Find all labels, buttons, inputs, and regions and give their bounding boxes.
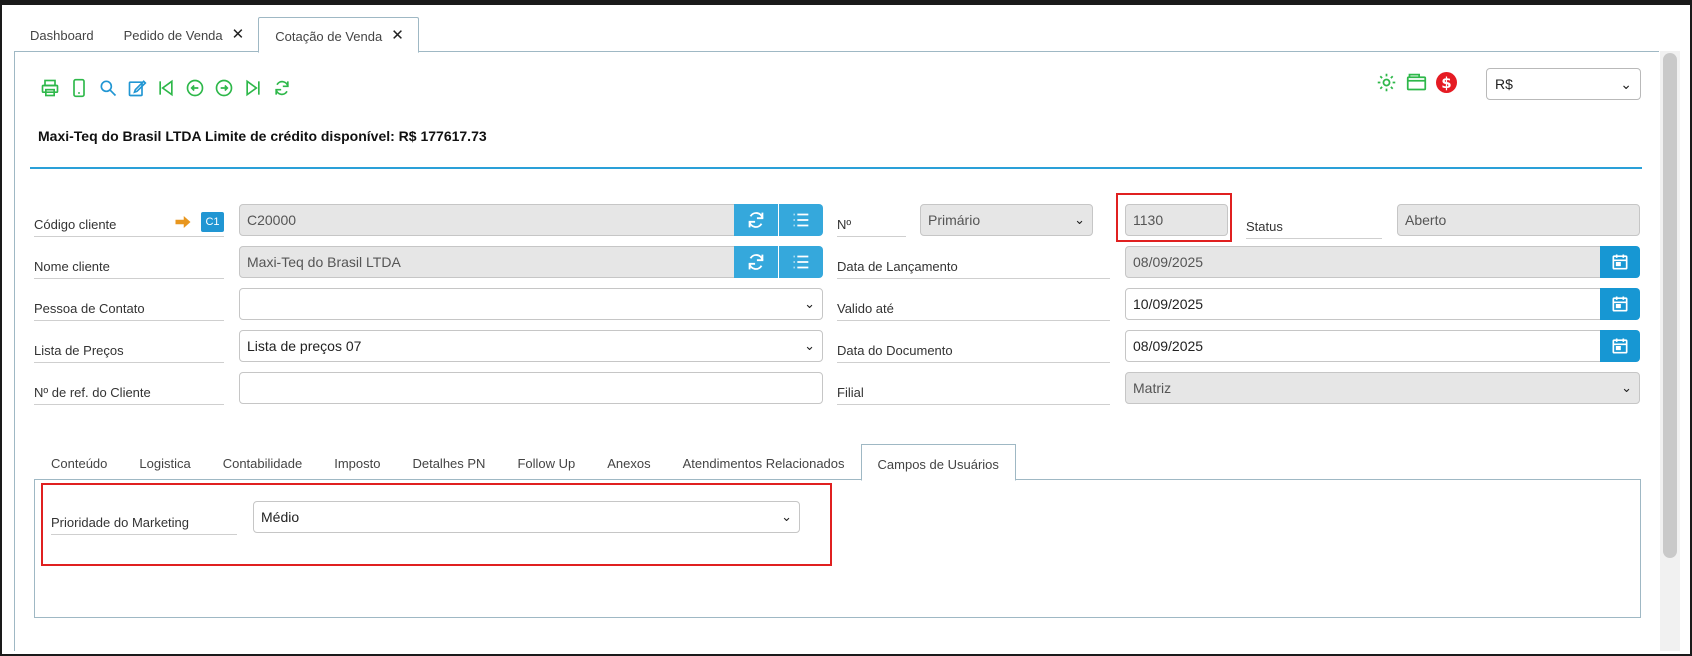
gear-icon[interactable]	[1376, 72, 1397, 93]
calendar-icon	[1612, 296, 1628, 312]
ref-cliente-input[interactable]	[239, 372, 823, 404]
refresh-icon	[748, 212, 764, 228]
filial-value: Matriz	[1133, 380, 1172, 396]
edit-icon[interactable]	[127, 78, 147, 98]
tab-dashboard[interactable]: Dashboard	[14, 17, 108, 52]
codigo-cliente-input[interactable]: C20000	[239, 204, 735, 236]
ref-cliente-label: Nº de ref. do Cliente	[34, 385, 224, 405]
data-lancamento-calendar-button[interactable]	[1600, 246, 1640, 278]
pessoa-contato-select[interactable]: ⌄	[239, 288, 823, 320]
data-lancamento-value: 08/09/2025	[1133, 254, 1204, 270]
tab-label: Dashboard	[30, 28, 94, 43]
tab-anexos[interactable]: Anexos	[591, 444, 666, 480]
tab-conteudo[interactable]: Conteúdo	[35, 444, 123, 480]
calendar-icon	[1612, 254, 1628, 270]
header-divider	[30, 167, 1642, 169]
close-icon[interactable]: ✕	[391, 28, 404, 43]
search-icon[interactable]	[98, 78, 118, 98]
next-record-icon[interactable]	[214, 78, 234, 98]
money-icon[interactable]: $	[1436, 72, 1457, 93]
pessoa-contato-label: Pessoa de Contato	[34, 301, 224, 321]
tab-label: Cotação de Venda	[275, 29, 383, 44]
data-lancamento-label: Data de Lançamento	[837, 259, 1110, 279]
chevron-down-icon: ⌄	[804, 296, 815, 311]
codigo-cliente-label: Código cliente	[34, 217, 224, 237]
filial-label: Filial	[837, 385, 1110, 405]
codigo-cliente-value: C20000	[247, 212, 297, 228]
mobile-icon[interactable]	[69, 78, 89, 98]
previous-record-icon[interactable]	[185, 78, 205, 98]
close-icon[interactable]: ✕	[232, 27, 245, 42]
valido-ate-input[interactable]: 10/09/2025	[1125, 288, 1602, 320]
refresh-icon	[748, 254, 764, 270]
data-lancamento-input[interactable]: 08/09/2025	[1125, 246, 1602, 278]
currency-select[interactable]: R$ ⌄	[1486, 68, 1641, 100]
arrow-right-icon[interactable]	[174, 213, 192, 231]
lista-precos-select[interactable]: Lista de preços 07 ⌄	[239, 330, 823, 362]
tab-detalhes-pn[interactable]: Detalhes PN	[396, 444, 501, 480]
data-documento-input[interactable]: 08/09/2025	[1125, 330, 1602, 362]
print-icon[interactable]	[40, 78, 60, 98]
highlight-numero	[1116, 193, 1232, 242]
refresh-icon[interactable]	[272, 78, 292, 98]
data-documento-label: Data do Documento	[837, 343, 1110, 363]
data-documento-calendar-button[interactable]	[1600, 330, 1640, 362]
lista-precos-value: Lista de preços 07	[247, 338, 362, 354]
series-select[interactable]: Primário ⌄	[920, 204, 1093, 236]
lista-precos-label: Lista de Preços	[34, 343, 224, 363]
tab-imposto[interactable]: Imposto	[318, 444, 396, 480]
tab-contabilidade[interactable]: Contabilidade	[207, 444, 319, 480]
scroll-thumb[interactable]	[1663, 53, 1677, 558]
valido-ate-label: Valido até	[837, 301, 1110, 321]
list-icon	[793, 213, 809, 227]
data-documento-value: 08/09/2025	[1133, 338, 1204, 354]
record-toolbar	[40, 78, 292, 98]
list-icon	[793, 255, 809, 269]
status-label: Status	[1246, 219, 1382, 239]
header-actions: $	[1376, 72, 1457, 93]
status-value: Aberto	[1405, 212, 1447, 228]
refresh-nome-button[interactable]	[734, 246, 778, 278]
valido-ate-calendar-button[interactable]	[1600, 288, 1640, 320]
wallet-icon[interactable]	[1406, 72, 1427, 93]
chevron-down-icon: ⌄	[1074, 212, 1085, 227]
nome-cliente-input[interactable]: Maxi-Teq do Brasil LTDA	[239, 246, 735, 278]
first-record-icon[interactable]	[156, 78, 176, 98]
tab-follow-up[interactable]: Follow Up	[501, 444, 591, 480]
series-value: Primário	[928, 212, 981, 228]
filial-select[interactable]: Matriz ⌄	[1125, 372, 1640, 404]
c1-badge[interactable]: C1	[201, 212, 224, 232]
list-nome-button[interactable]	[779, 246, 823, 278]
nome-cliente-value: Maxi-Teq do Brasil LTDA	[247, 254, 401, 270]
tab-atendimentos-relacionados[interactable]: Atendimentos Relacionados	[667, 444, 861, 480]
highlight-user-fields	[41, 483, 832, 566]
currency-value: R$	[1495, 76, 1513, 92]
tab-campos-de-usuarios[interactable]: Campos de Usuários	[860, 444, 1016, 481]
list-cliente-button[interactable]	[779, 204, 823, 236]
nome-cliente-label: Nome cliente	[34, 259, 224, 279]
numero-label: Nº	[837, 217, 906, 237]
document-tabs: Dashboard Pedido de Venda ✕ Cotação de V…	[14, 17, 419, 53]
tab-label: Pedido de Venda	[123, 28, 223, 43]
detail-tabs: Conteúdo Logistica Contabilidade Imposto…	[35, 444, 1016, 481]
chevron-down-icon: ⌄	[1621, 380, 1632, 395]
tab-pedido-de-venda[interactable]: Pedido de Venda ✕	[108, 17, 259, 52]
calendar-icon	[1612, 338, 1628, 354]
tab-logistica[interactable]: Logistica	[123, 444, 206, 480]
vertical-scrollbar[interactable]	[1660, 51, 1680, 651]
chevron-down-icon: ⌄	[804, 338, 815, 353]
chevron-down-icon: ⌄	[1620, 75, 1632, 92]
tab-cotacao-de-venda[interactable]: Cotação de Venda ✕	[258, 17, 419, 53]
last-record-icon[interactable]	[243, 78, 263, 98]
refresh-cliente-button[interactable]	[734, 204, 778, 236]
valido-ate-value: 10/09/2025	[1133, 296, 1204, 312]
status-input[interactable]: Aberto	[1397, 204, 1640, 236]
customer-credit-title: Maxi-Teq do Brasil LTDA Limite de crédit…	[38, 128, 487, 144]
